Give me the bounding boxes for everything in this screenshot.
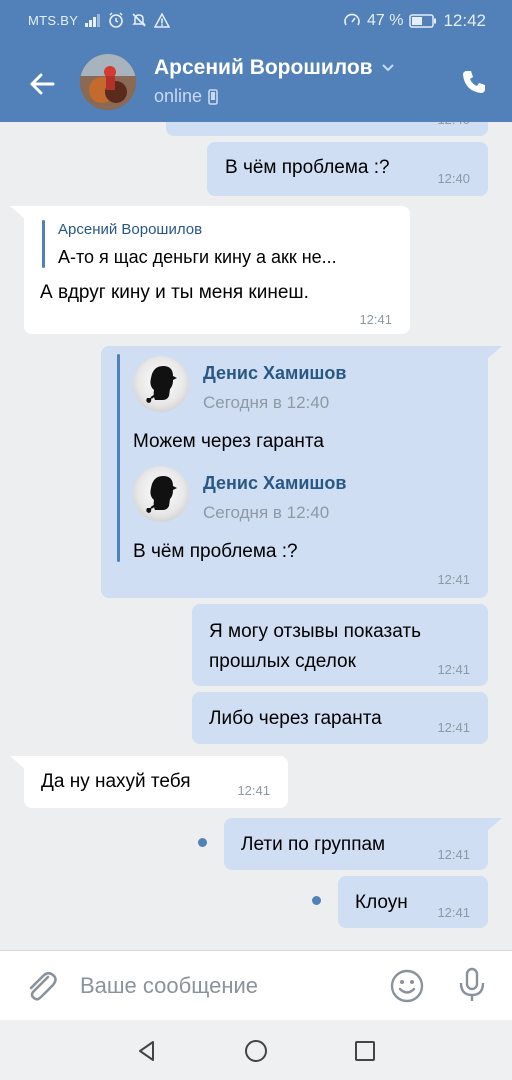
data-saver-icon <box>343 12 361 30</box>
forwarded-text: Можем через гаранта <box>133 431 324 452</box>
message-text: В чём проблема :? <box>225 157 390 178</box>
message-bubble-outgoing[interactable]: Я могу отзывы показать прошлых сделок 12… <box>192 604 488 686</box>
sherlock-silhouette-icon <box>146 476 177 513</box>
message-time: 12:41 <box>437 662 470 677</box>
alarm-icon <box>108 12 124 28</box>
battery-icon <box>409 14 437 28</box>
paperclip-icon <box>29 971 57 1001</box>
message-bubble-incoming[interactable]: Да ну нахуй тебя 12:41 <box>24 756 288 808</box>
forward-indicator <box>117 354 120 562</box>
message-time: 12:41 <box>437 572 470 587</box>
warning-icon <box>154 12 171 28</box>
carrier-label: MTS.BY <box>28 12 79 28</box>
chat-title-area[interactable]: Арсений Ворошилов online <box>154 56 395 107</box>
reply-indicator <box>42 220 45 268</box>
message-input[interactable] <box>80 963 380 1009</box>
forwarded-text: В чём проблема :? <box>133 541 298 562</box>
message-time: 12:41 <box>359 312 392 327</box>
forwarded-author-avatar[interactable] <box>133 356 189 412</box>
clock: 12:42 <box>443 11 486 30</box>
bubble-tail <box>10 206 24 218</box>
unread-indicator <box>198 838 207 847</box>
message-text: Клоун <box>355 892 408 913</box>
forwarded-author-name[interactable]: Денис Хамишов <box>203 473 346 494</box>
message-text: прошлых сделок <box>209 651 356 672</box>
message-bubble-incoming[interactable]: Арсений Ворошилов А-то я щас деньги кину… <box>24 206 410 334</box>
message-time: 12:41 <box>437 847 470 862</box>
message-time: 12:41 <box>437 720 470 735</box>
battery-percent: 47 % <box>366 12 404 29</box>
recents-square-icon <box>355 1041 375 1061</box>
forwarded-date: Сегодня в 12:40 <box>203 393 330 412</box>
nav-recents-button[interactable] <box>348 1034 382 1068</box>
message-bubble-outgoing[interactable]: Лети по группам 12:41 <box>224 818 488 870</box>
microphone-icon <box>459 967 485 1001</box>
message-time: 12:41 <box>437 905 470 920</box>
bubble-tail <box>488 346 502 358</box>
chevron-down-icon <box>381 64 394 72</box>
forwarded-author-name[interactable]: Денис Хамишов <box>203 363 346 384</box>
unread-indicator <box>312 896 321 905</box>
online-status: online <box>154 86 203 106</box>
message-bubble-outgoing[interactable]: Либо через гаранта 12:41 <box>192 692 488 744</box>
bubble-tail <box>10 756 24 768</box>
nav-back-button[interactable] <box>130 1034 164 1068</box>
message-text: А вдруг кину и ты меня кинеш. <box>40 282 309 303</box>
reply-text: А-то я щас деньги кину а акк не... <box>58 247 337 267</box>
mobile-icon <box>208 88 218 105</box>
chat-header: MTS.BY 47 % 12:42 Арсений Ворошилов onli… <box>0 0 512 122</box>
phone-icon <box>463 71 485 93</box>
message-text: Да ну нахуй тебя <box>41 771 191 792</box>
forwarded-author-avatar[interactable] <box>133 466 189 522</box>
reply-author[interactable]: Арсений Ворошилов <box>58 221 202 238</box>
message-composer <box>0 950 512 1020</box>
message-bubble-outgoing-forwarded[interactable]: Денис Хамишов Сегодня в 12:40 Можем чере… <box>101 346 488 598</box>
message-bubble-outgoing[interactable]: Клоун 12:41 <box>338 876 488 928</box>
back-triangle-icon <box>139 1041 154 1061</box>
bubble-tail <box>488 818 502 830</box>
forwarded-date: Сегодня в 12:40 <box>203 503 330 522</box>
contact-name: Арсений Ворошилов <box>154 56 373 79</box>
contact-avatar[interactable] <box>80 54 136 110</box>
mute-icon <box>131 12 147 28</box>
message-bubble-outgoing[interactable]: В чём проблема :? 12:40 <box>207 142 488 196</box>
message-time: 12:40 <box>437 171 470 186</box>
arrow-left-icon <box>30 73 55 95</box>
smiley-icon <box>390 969 424 1003</box>
message-text: Лети по группам <box>241 834 386 855</box>
back-button[interactable] <box>22 64 62 104</box>
call-button[interactable] <box>456 64 492 100</box>
message-text: Либо через гаранта <box>209 708 382 729</box>
signal-icon <box>85 13 101 27</box>
nav-home-button[interactable] <box>239 1034 273 1068</box>
sherlock-silhouette-icon <box>146 366 177 403</box>
status-bar: MTS.BY 47 % 12:42 <box>0 0 512 44</box>
voice-message-button[interactable] <box>452 965 492 1005</box>
emoji-button[interactable] <box>388 967 426 1005</box>
attach-button[interactable] <box>22 967 60 1005</box>
message-time: 12:41 <box>237 783 270 798</box>
system-navigation-bar <box>0 1020 512 1080</box>
home-circle-icon <box>245 1040 267 1062</box>
message-text: Я могу отзывы показать <box>209 621 421 642</box>
